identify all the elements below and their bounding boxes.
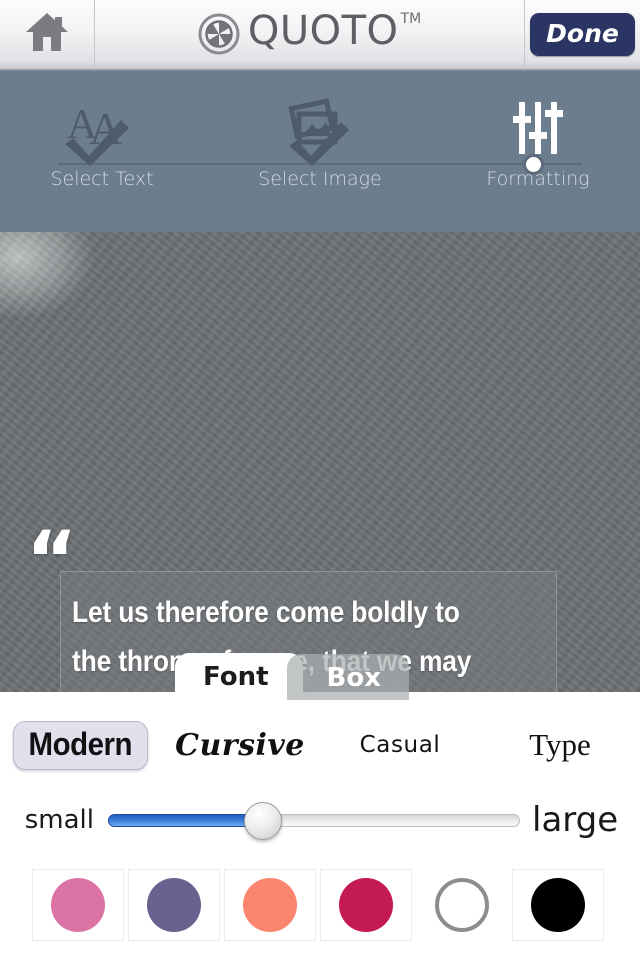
step-select-image[interactable]: Select Image xyxy=(220,98,420,190)
step-label: Select Image xyxy=(258,168,382,190)
aperture-icon xyxy=(198,13,240,60)
slider-fill xyxy=(108,814,261,827)
color-swatch-white[interactable] xyxy=(416,869,508,941)
font-size-row: small large xyxy=(0,792,640,848)
font-option-type[interactable]: Type xyxy=(480,715,640,775)
quote-preview-canvas[interactable]: “ Let us therefore come boldly to the th… xyxy=(0,232,640,692)
progress-current-dot xyxy=(523,154,544,175)
home-button[interactable] xyxy=(0,0,95,70)
font-option-label: Casual xyxy=(359,732,441,758)
color-swatch-purple[interactable] xyxy=(128,869,220,941)
step-label: Select Text xyxy=(50,168,154,190)
image-check-icon xyxy=(281,98,359,166)
tab-box[interactable]: Box xyxy=(286,654,409,700)
swatch-fill xyxy=(147,878,201,932)
size-min-label: small xyxy=(24,805,94,835)
font-option-label: Modern xyxy=(12,720,148,770)
step-select-text[interactable]: A A Select Text xyxy=(2,98,202,190)
panel-top-divider xyxy=(0,70,640,71)
swatch-fill xyxy=(243,878,297,932)
text-check-icon: A A xyxy=(63,98,141,166)
format-tabs: Font Box xyxy=(175,653,409,700)
font-option-label: Type xyxy=(529,727,591,762)
trademark-symbol: TM xyxy=(400,11,422,27)
font-options-row: Modern Cursive Casual Type xyxy=(0,714,640,776)
swatch-fill xyxy=(339,878,393,932)
color-swatch-row xyxy=(32,868,608,942)
font-option-casual[interactable]: Casual xyxy=(320,715,480,775)
font-option-cursive[interactable]: Cursive xyxy=(160,715,320,775)
color-swatch-crimson[interactable] xyxy=(320,869,412,941)
open-quote-mark: “ xyxy=(26,516,78,606)
logo-wordmark: QUOTO xyxy=(247,8,399,54)
home-icon xyxy=(24,11,70,58)
step-formatting[interactable]: Formatting xyxy=(438,98,638,190)
tab-font[interactable]: Font xyxy=(175,653,303,700)
slider-thumb[interactable] xyxy=(243,802,282,840)
font-option-label: Cursive xyxy=(175,727,305,763)
swatch-fill xyxy=(531,878,585,932)
font-option-modern[interactable]: Modern xyxy=(0,715,160,775)
font-size-slider[interactable] xyxy=(108,802,520,840)
app-root: QUOTO TM Done A A Select Text Select Ima… xyxy=(0,0,640,960)
color-swatch-black[interactable] xyxy=(512,869,604,941)
color-swatch-coral[interactable] xyxy=(224,869,316,941)
brand-logo: QUOTO TM xyxy=(95,0,525,70)
top-navigation-bar: QUOTO TM Done xyxy=(0,0,640,70)
swatch-fill xyxy=(51,878,105,932)
swatch-fill xyxy=(435,878,489,932)
size-max-label: large xyxy=(532,800,619,840)
formatting-panel: Modern Cursive Casual Type small large xyxy=(0,692,640,960)
done-button-cell: Done xyxy=(525,0,640,70)
step-progress-panel: A A Select Text Select Image Formatting xyxy=(0,70,640,232)
color-swatch-pink[interactable] xyxy=(32,869,124,941)
done-button[interactable]: Done xyxy=(530,13,635,56)
